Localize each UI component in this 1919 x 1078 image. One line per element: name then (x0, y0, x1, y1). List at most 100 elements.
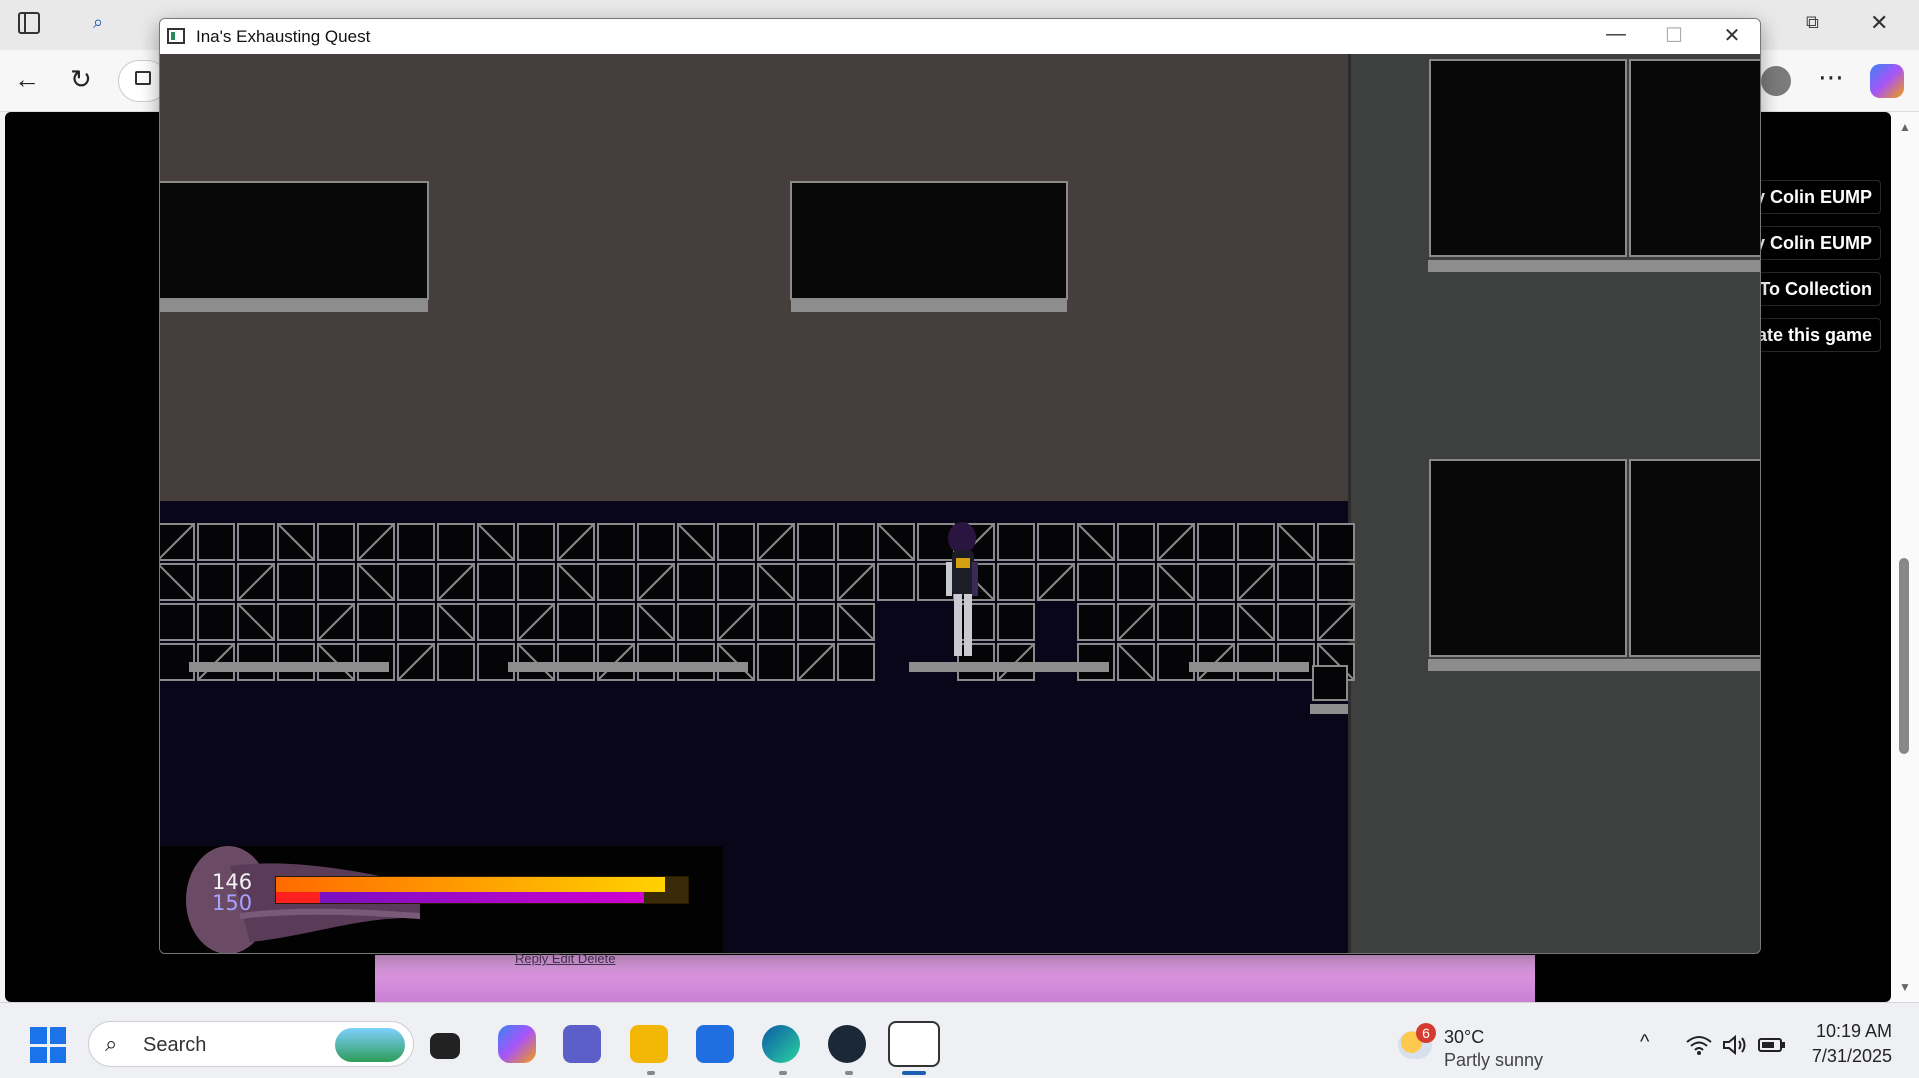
lattice-cell (837, 523, 875, 561)
window-pane (1629, 459, 1760, 657)
chevron-up-icon[interactable]: ^ (1640, 1031, 1649, 1054)
lattice-cell (837, 643, 875, 681)
lattice-cell (357, 603, 395, 641)
add-to-collection-button[interactable]: To Collection (1751, 272, 1881, 306)
lattice-cell (1157, 643, 1195, 681)
lattice-cell (1237, 523, 1275, 561)
teams-icon[interactable] (563, 1025, 601, 1063)
search-icon: ⌕ (105, 1031, 118, 1056)
game-window: Ina's Exhausting Quest — ☐ ✕ 146 150 (159, 18, 1761, 954)
battery-icon[interactable] (1758, 1037, 1786, 1053)
window-pane (1429, 59, 1627, 257)
app-active-indicator (902, 1071, 926, 1075)
lattice-cell (957, 603, 995, 641)
steam-icon[interactable] (828, 1025, 866, 1063)
more-options-icon[interactable]: ⋯ (1818, 62, 1845, 93)
weather-temp: 30°C (1444, 1027, 1485, 1047)
lattice-cell (997, 523, 1035, 561)
lattice-cell (277, 563, 315, 601)
wifi-icon[interactable] (1686, 1035, 1712, 1055)
lattice-cell (997, 563, 1035, 601)
volume-icon[interactable] (1722, 1035, 1748, 1055)
hp-bar-fill (276, 877, 665, 892)
lattice-cell (197, 523, 235, 561)
lattice-cell (597, 603, 635, 641)
windows-start-icon[interactable] (30, 1027, 66, 1063)
edge-icon[interactable] (762, 1025, 800, 1063)
search-icon[interactable]: ⌕ (93, 12, 103, 33)
lattice-cell (160, 643, 195, 681)
taskbar-search[interactable]: ⌕ Search (88, 1021, 414, 1067)
lattice-cell (477, 603, 515, 641)
lattice-cell (1277, 603, 1315, 641)
lattice-cell (437, 523, 475, 561)
app-running-indicator (845, 1071, 853, 1075)
window-titlebar[interactable]: Ina's Exhausting Quest — ☐ ✕ (160, 19, 1760, 54)
lattice-cell (597, 523, 635, 561)
game-canvas[interactable]: 146 150 (160, 54, 1760, 953)
lattice-cell (877, 563, 915, 601)
lattice-cell (397, 523, 435, 561)
page-scrollbar[interactable]: ▲ ▼ (1891, 112, 1919, 1002)
lattice-cell (757, 643, 795, 681)
scroll-up-icon[interactable]: ▲ (1899, 120, 1911, 134)
window-pane (1629, 59, 1760, 257)
window-title: Ina's Exhausting Quest (196, 27, 371, 46)
lattice-cell (997, 603, 1035, 641)
scroll-thumb[interactable] (1899, 558, 1909, 754)
ledge (909, 662, 1109, 672)
rate-game-button[interactable]: ate this game (1751, 318, 1881, 352)
restore-icon[interactable]: ⧉ (1806, 12, 1819, 33)
ledge (1189, 662, 1309, 672)
game-scene (160, 54, 1760, 953)
lock-icon (135, 71, 151, 85)
clock-date: 7/31/2025 (1811, 1046, 1892, 1066)
lattice-cell (677, 563, 715, 601)
lattice-cell (1117, 563, 1155, 601)
weather-badge: 6 (1416, 1023, 1436, 1043)
window-sill (1428, 659, 1760, 671)
profile-avatar[interactable] (1761, 66, 1791, 96)
follow-author-button[interactable]: y Colin EUMP (1751, 180, 1881, 214)
minimize-button[interactable]: — (1586, 23, 1646, 51)
store-icon[interactable] (696, 1025, 734, 1063)
copilot-icon[interactable] (1870, 64, 1904, 98)
system-clock[interactable]: 10:19 AM 7/31/2025 (1800, 1021, 1892, 1067)
close-icon[interactable]: ✕ (1870, 10, 1888, 36)
window-pane (1429, 459, 1627, 657)
file-explorer-icon[interactable] (630, 1025, 668, 1063)
refresh-icon[interactable]: ↻ (70, 64, 92, 95)
lattice-cell (1077, 563, 1115, 601)
copilot-app-icon[interactable] (498, 1025, 536, 1063)
back-arrow-icon[interactable]: ← (14, 64, 40, 95)
lattice-cell (717, 563, 755, 601)
lattice-cell (160, 603, 195, 641)
search-highlight-image (335, 1028, 405, 1062)
lattice-cell (477, 563, 515, 601)
lattice-cell (1037, 523, 1075, 561)
lattice-cell (797, 603, 835, 641)
lattice-cell (1077, 603, 1115, 641)
ledge (508, 662, 748, 672)
lattice-cell (517, 563, 555, 601)
comment-banner: Reply Edit Delete (375, 951, 1535, 1002)
lattice-cell (237, 523, 275, 561)
lattice-cell (517, 523, 555, 561)
tab-actions-icon[interactable] (18, 12, 40, 34)
building-edge (1348, 54, 1351, 953)
lattice-cell (637, 523, 675, 561)
mp-bar-fill (276, 892, 644, 903)
game-app-icon[interactable] (888, 1021, 940, 1067)
weather-condition: Partly sunny (1444, 1050, 1544, 1070)
player-hud: 146 150 (160, 846, 723, 953)
window-close-button[interactable]: ✕ (1702, 23, 1760, 51)
follow-author-button-2[interactable]: y Colin EUMP (1751, 226, 1881, 260)
lattice-cell (277, 603, 315, 641)
lattice-cell (1277, 563, 1315, 601)
scroll-down-icon[interactable]: ▼ (1899, 980, 1911, 994)
window-sill (1428, 260, 1760, 272)
maximize-button[interactable]: ☐ (1644, 23, 1704, 51)
mp-value: 150 (212, 891, 253, 915)
task-view-icon[interactable] (430, 1033, 460, 1059)
app-running-indicator (647, 1071, 655, 1075)
